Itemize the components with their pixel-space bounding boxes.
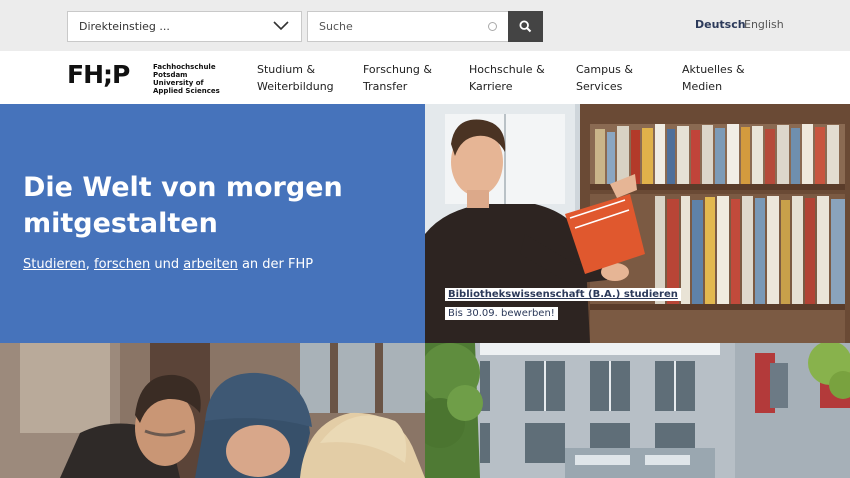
quick-access-dropdown[interactable]: Direkteinstieg ... [67,11,302,42]
nav-label-line-2: Weiterbildung [257,80,334,93]
link-arbeiten[interactable]: arbeiten [183,257,238,272]
hero-sep-2: und [150,257,184,272]
nav-label-line-2: Medien [682,80,723,93]
teaser-link[interactable]: Bibliothekswissenschaft (B.A.) studieren [445,288,681,301]
hero-title: Die Welt von morgen mitgestalten [23,170,403,242]
hero-title-line-1: Die Welt von morgen [23,172,343,203]
link-studieren[interactable]: Studieren [23,257,86,272]
link-forschen[interactable]: forschen [94,257,150,272]
chevron-down-icon [273,21,289,31]
nav-item-forschung[interactable]: Forschung & Transfer [363,61,463,95]
hero-panel: Die Welt von morgen mitgestalten Studier… [0,104,425,343]
search-button[interactable] [508,11,543,42]
nav-item-hochschule[interactable]: Hochschule & Karriere [469,61,569,95]
hero-title-line-2: mitgestalten [23,208,218,239]
nav-label-line-2: Karriere [469,80,513,93]
nav-item-studium[interactable]: Studium & Weiterbildung [257,61,357,95]
logo-line-2: University of [153,79,204,87]
top-bar: Direkteinstieg ... Deutsch English [0,0,850,51]
nav-label-line-1: Campus & [576,63,633,76]
hero-subline: Studieren, forschen und arbeiten an der … [23,257,313,272]
nav-label-line-2: Transfer [363,80,408,93]
nav-item-aktuelles[interactable]: Aktuelles & Medien [682,61,782,95]
teaser-caption: Bibliothekswissenschaft (B.A.) studieren… [445,288,681,320]
nav-item-campus[interactable]: Campus & Services [576,61,676,95]
language-deutsch[interactable]: Deutsch [695,18,746,31]
clear-icon[interactable] [488,22,497,31]
nav-label-line-1: Aktuelles & [682,63,745,76]
search-input[interactable] [308,12,468,41]
search-icon [519,20,532,33]
campus-building-photo[interactable] [425,343,850,478]
campus-building-image [425,343,850,478]
search-field [307,11,508,42]
students-photo[interactable] [0,343,425,478]
teaser-subtitle: Bis 30.09. bewerben! [445,307,558,320]
nav-label-line-1: Forschung & [363,63,432,76]
main-navigation: FH;P Fachhochschule Potsdam University o… [0,51,850,104]
logo-line-3: Applied Sciences [153,87,220,95]
logo[interactable]: FH;P [67,60,130,89]
nav-label-line-1: Hochschule & [469,63,545,76]
hero-tail: an der FHP [237,257,314,272]
nav-label-line-2: Services [576,80,623,93]
language-english[interactable]: English [744,18,784,31]
nav-label-line-1: Studium & [257,63,316,76]
quick-access-label: Direkteinstieg ... [79,20,170,33]
hero-sep-1: , [85,257,95,272]
logo-line-1: Fachhochschule Potsdam [153,63,216,79]
logo-text: Fachhochschule Potsdam University of App… [153,63,248,95]
students-image [0,343,425,478]
